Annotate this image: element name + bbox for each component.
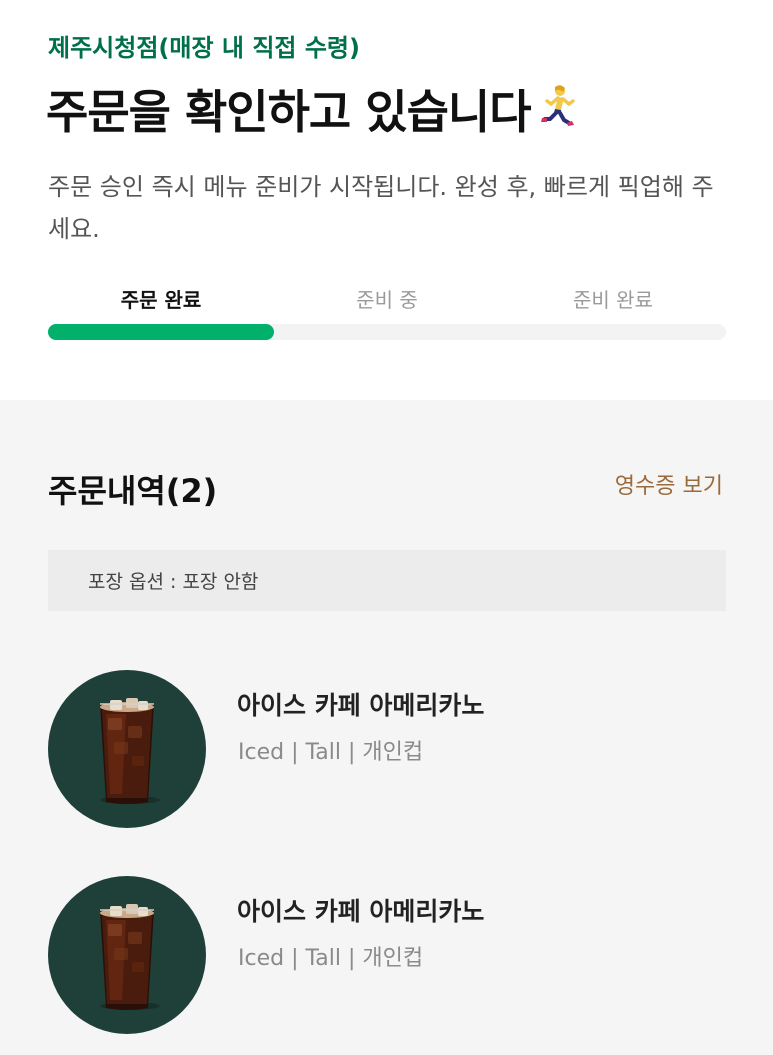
item-option: Iced | Tall | 개인컵 <box>238 946 424 971</box>
page-title: 주문을 확인하고 있습니다 <box>46 76 579 144</box>
packaging-option-box: 포장 옵션 : 포장 안함 <box>48 550 726 611</box>
view-receipt-link[interactable]: 영수증 보기 <box>615 468 723 500</box>
headline-text: 주문을 확인하고 있습니다 <box>46 85 532 139</box>
progress-bar <box>48 324 726 340</box>
progress-steps: 주문 완료 준비 중 준비 완료 <box>48 284 726 324</box>
running-woman-icon <box>533 83 579 140</box>
order-item: 아이스 카페 아메리카노 Iced | Tall | 개인컵 <box>48 876 726 1036</box>
item-name: 아이스 카페 아메리카노 <box>237 691 485 720</box>
step-preparing: 준비 중 <box>356 288 418 312</box>
order-history-section: 주문내역(2) 영수증 보기 포장 옵션 : 포장 안함 아이스 카페 아메리카… <box>0 400 773 1055</box>
step-ready: 준비 완료 <box>573 288 653 312</box>
packaging-option-text: 포장 옵션 : 포장 안함 <box>88 571 259 593</box>
order-guide-text: 주문 승인 즉시 메뉴 준비가 시작됩니다. 완성 후, 빠르게 픽업해 주세요… <box>48 173 714 243</box>
step-order-complete: 주문 완료 <box>120 288 202 312</box>
order-history-title: 주문내역(2) <box>48 472 218 510</box>
item-option: Iced | Tall | 개인컵 <box>238 740 424 765</box>
iced-americano-image <box>48 876 206 1034</box>
iced-americano-image <box>48 670 206 828</box>
order-item: 아이스 카페 아메리카노 Iced | Tall | 개인컵 <box>48 670 726 830</box>
order-status-section: 제주시청점(매장 내 직접 수령) 주문을 확인하고 있습니다 주문 승인 즉시… <box>0 0 773 400</box>
progress-bar-fill <box>48 324 274 340</box>
store-name: 제주시청점(매장 내 직접 수령) <box>48 34 360 62</box>
item-name: 아이스 카페 아메리카노 <box>237 897 485 926</box>
